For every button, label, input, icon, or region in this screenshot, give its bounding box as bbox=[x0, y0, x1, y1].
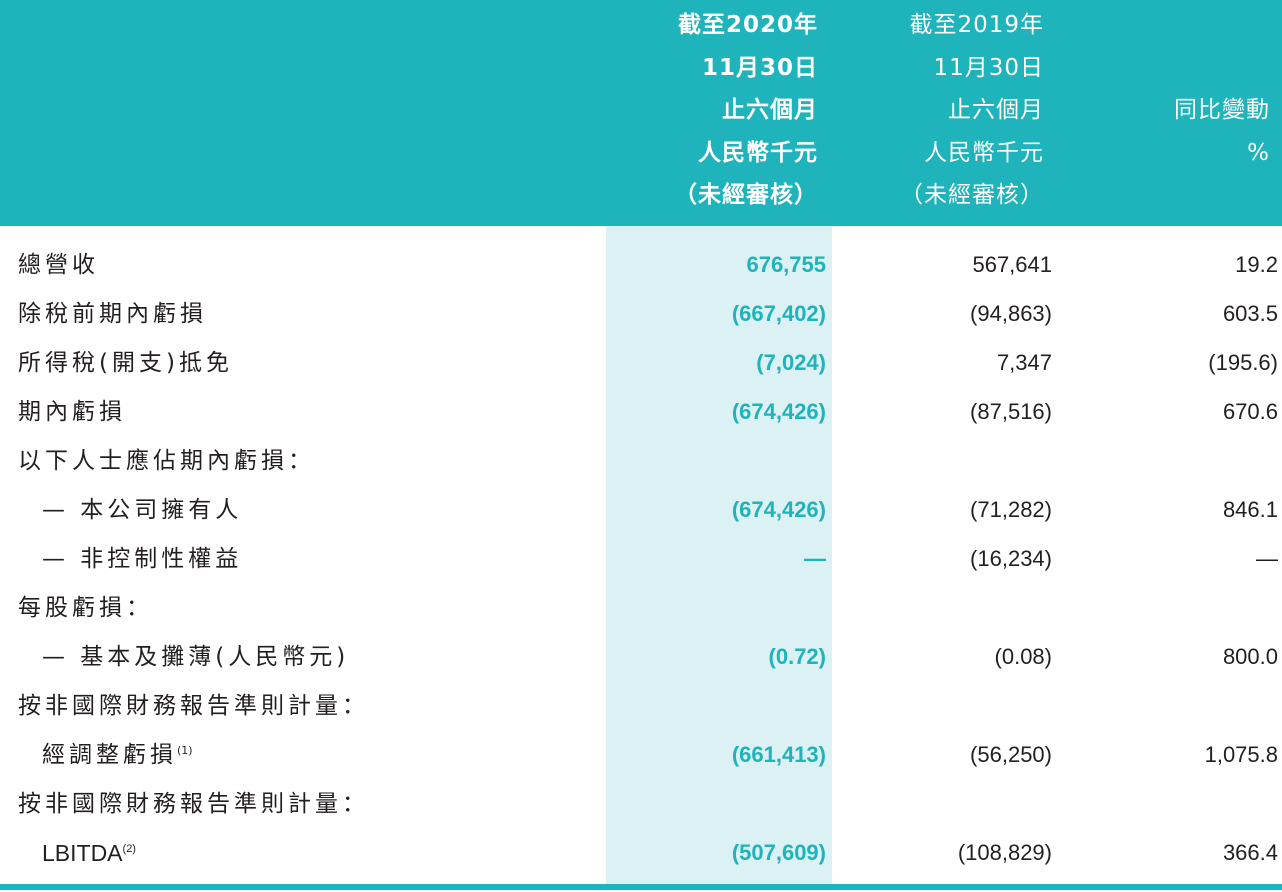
header-yoy-column: 同比變動 % bbox=[1174, 89, 1270, 174]
header-2020-column: 截至2020年 11月30日 止六個月 人民幣千元 （未經審核） bbox=[674, 4, 818, 217]
row-label: 經調整虧損(1) bbox=[42, 732, 193, 781]
footnote-marker: (1) bbox=[177, 744, 193, 757]
value-yoy: 603.5 bbox=[1222, 301, 1278, 326]
table-row: — 非控制性權益 — (16,234) — bbox=[0, 536, 1282, 585]
table-row: 期內虧損 (674,426) (87,516) 670.6 bbox=[0, 389, 1282, 438]
value-2020: — bbox=[804, 546, 826, 571]
value-2019: (71,282) bbox=[970, 497, 1052, 522]
header-2020-line: 11月30日 bbox=[701, 54, 818, 81]
value-yoy: 800.0 bbox=[1222, 644, 1278, 669]
row-label: LBITDA(2) bbox=[42, 830, 136, 879]
header-yoy-line: % bbox=[1247, 139, 1270, 166]
value-yoy: 19.2 bbox=[1235, 252, 1278, 277]
header-2020-line: 止六個月 bbox=[722, 97, 818, 123]
row-label: — 基本及攤薄(人民幣元) bbox=[42, 644, 350, 670]
section-label: 按非國際財務報告準則計量： bbox=[18, 791, 369, 817]
header-2019-line: 止六個月 bbox=[948, 97, 1044, 123]
financial-table-body: 總營收 676,755 567,641 19.2 除稅前期內虧損 (667,40… bbox=[0, 242, 1282, 879]
table-row: LBITDA(2) (507,609) (108,829) 366.4 bbox=[0, 830, 1282, 879]
value-yoy: 1,075.8 bbox=[1204, 742, 1278, 767]
value-2019: (16,234) bbox=[970, 546, 1052, 571]
table-row: 以下人士應佔期內虧損： bbox=[0, 438, 1282, 487]
row-label: 總營收 bbox=[18, 252, 99, 278]
row-label: — 非控制性權益 bbox=[42, 546, 243, 572]
row-label-text: 經調整虧損 bbox=[42, 742, 177, 768]
value-yoy: 670.6 bbox=[1222, 399, 1278, 424]
row-label: — 本公司擁有人 bbox=[42, 497, 243, 523]
table-row: 按非國際財務報告準則計量： bbox=[0, 683, 1282, 732]
table-row: — 本公司擁有人 (674,426) (71,282) 846.1 bbox=[0, 487, 1282, 536]
value-yoy: 846.1 bbox=[1222, 497, 1278, 522]
header-2019-line: 11月30日 bbox=[933, 54, 1044, 81]
value-2019: (87,516) bbox=[970, 399, 1052, 424]
table-row: 除稅前期內虧損 (667,402) (94,863) 603.5 bbox=[0, 291, 1282, 340]
section-label: 每股虧損： bbox=[18, 595, 153, 621]
header-2020-line: （未經審核） bbox=[674, 182, 818, 208]
value-2020: (667,402) bbox=[731, 301, 826, 326]
section-label: 按非國際財務報告準則計量： bbox=[18, 693, 369, 719]
value-yoy: — bbox=[1256, 546, 1278, 571]
value-2019: 7,347 bbox=[996, 350, 1052, 375]
header-2020-line: 人民幣千元 bbox=[698, 139, 818, 166]
bottom-rule bbox=[0, 884, 1282, 890]
value-2020: (0.72) bbox=[768, 644, 826, 669]
value-2019: (108,829) bbox=[957, 840, 1052, 865]
row-label: 期內虧損 bbox=[18, 399, 126, 425]
table-row: 總營收 676,755 567,641 19.2 bbox=[0, 242, 1282, 291]
section-label: 以下人士應佔期內虧損： bbox=[18, 448, 315, 474]
table-row: 按非國際財務報告準則計量： bbox=[0, 781, 1282, 830]
row-label-text: LBITDA bbox=[42, 840, 123, 866]
header-2019-column: 截至2019年 11月30日 止六個月 人民幣千元 （未經審核） bbox=[900, 4, 1044, 217]
value-2020: (7,024) bbox=[756, 350, 826, 375]
table-row: 每股虧損： bbox=[0, 585, 1282, 634]
row-label: 所得稅(開支)抵免 bbox=[18, 350, 233, 376]
table-row: 所得稅(開支)抵免 (7,024) 7,347 (195.6) bbox=[0, 340, 1282, 389]
value-2020: (507,609) bbox=[731, 840, 826, 865]
value-2020: (674,426) bbox=[731, 399, 826, 424]
header-2019-line: （未經審核） bbox=[900, 182, 1044, 208]
header-2019-line: 人民幣千元 bbox=[924, 139, 1044, 166]
value-2019: (56,250) bbox=[970, 742, 1052, 767]
footnote-marker: (2) bbox=[122, 843, 136, 855]
value-yoy: 366.4 bbox=[1222, 840, 1278, 865]
value-2020: (674,426) bbox=[731, 497, 826, 522]
value-yoy: (195.6) bbox=[1208, 350, 1278, 375]
table-header: 截至2020年 11月30日 止六個月 人民幣千元 （未經審核） 截至2019年… bbox=[0, 0, 1282, 226]
table-row: 經調整虧損(1) (661,413) (56,250) 1,075.8 bbox=[0, 732, 1282, 781]
header-2019-line: 截至2019年 bbox=[909, 12, 1044, 38]
value-2020: 676,755 bbox=[746, 252, 826, 277]
table-row: — 基本及攤薄(人民幣元) (0.72) (0.08) 800.0 bbox=[0, 634, 1282, 683]
value-2020: (661,413) bbox=[731, 742, 826, 767]
row-label: 除稅前期內虧損 bbox=[18, 301, 207, 327]
value-2019: 567,641 bbox=[972, 252, 1052, 277]
header-yoy-line: 同比變動 bbox=[1174, 97, 1270, 123]
value-2019: (0.08) bbox=[994, 644, 1052, 669]
value-2019: (94,863) bbox=[970, 301, 1052, 326]
header-2020-line: 截至2020年 bbox=[677, 12, 818, 38]
